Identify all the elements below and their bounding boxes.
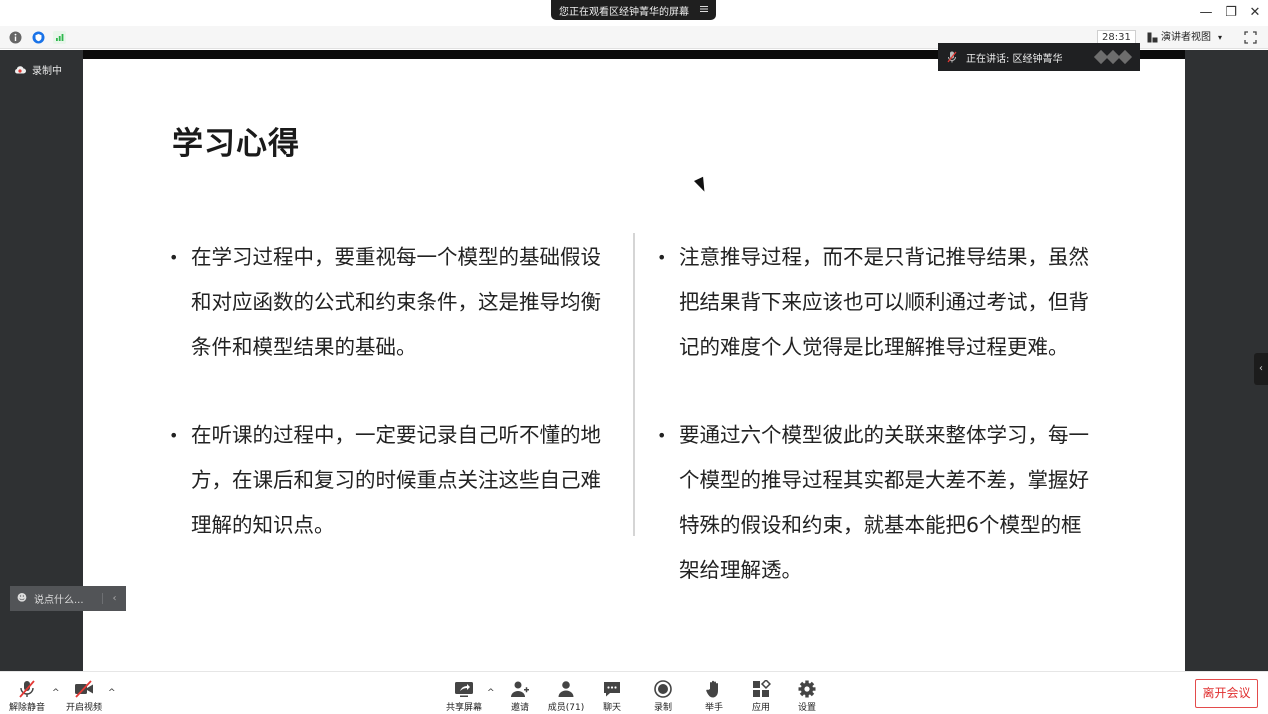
bullet-text: 在学习过程中，要重视每一个模型的基础假设和对应函数的公式和约束条件，这是推导均衡… xyxy=(191,245,601,359)
info-icon[interactable] xyxy=(9,31,22,44)
share-screen-button[interactable]: 共享屏幕 xyxy=(441,680,487,713)
apps-button[interactable]: 应用 xyxy=(738,680,784,713)
chevron-down-icon: ▾ xyxy=(1218,33,1223,42)
bullet-dot: • xyxy=(657,426,667,445)
record-button[interactable]: 录制 xyxy=(640,680,686,713)
screen-share-banner-text: 您正在观看区经钟菁华的屏幕 xyxy=(559,6,689,18)
meeting-toolbar: 解除静音 ^ 开启视频 ^ 共享屏幕 ^ 邀请 成员(71) 聊天 录制 举手 … xyxy=(0,671,1268,714)
audio-options-caret[interactable]: ^ xyxy=(52,688,60,698)
apps-label: 应用 xyxy=(751,703,770,713)
start-video-button[interactable]: 开启视频 xyxy=(61,680,107,713)
slide-bullet: • 在学习过程中，要重视每一个模型的基础假设和对应函数的公式和约束条件，这是推导… xyxy=(169,235,609,370)
chat-button[interactable]: 聊天 xyxy=(589,680,635,713)
share-options-caret[interactable]: ^ xyxy=(487,688,495,698)
slide-bullet: • 要通过六个模型彼此的关联来整体学习，每一个模型的推导过程其实都是大差不差，掌… xyxy=(657,413,1099,593)
view-mode-dropdown[interactable]: 演讲者视图 ▾ xyxy=(1147,30,1222,45)
record-label: 录制 xyxy=(653,703,672,713)
layout-icon xyxy=(1147,32,1158,43)
chat-quick-input[interactable]: ☻ 说点什么... ‹ xyxy=(10,586,126,611)
shield-icon[interactable] xyxy=(32,31,45,44)
bullet-dot: • xyxy=(169,426,179,445)
slide-bullet: • 注意推导过程，而不是只背记推导结果，虽然把结果背下来应该也可以顺利通过考试，… xyxy=(657,235,1099,370)
video-options-caret[interactable]: ^ xyxy=(108,688,116,698)
side-panel-toggle[interactable]: ‹ xyxy=(1254,353,1268,385)
screen-share-banner[interactable]: 您正在观看区经钟菁华的屏幕 xyxy=(551,0,716,20)
slide-bullet: • 在听课的过程中，一定要记录自己听不懂的地方，在课后和复习的时候重点关注这些自… xyxy=(169,413,609,548)
settings-label: 设置 xyxy=(797,703,816,713)
bullet-dot: • xyxy=(169,248,179,267)
bullet-dot: • xyxy=(657,248,667,267)
fullscreen-icon[interactable] xyxy=(1244,31,1257,44)
recording-indicator: 录制中 xyxy=(14,62,62,77)
cloud-record-icon xyxy=(15,66,26,74)
muted-mic-icon xyxy=(947,51,957,63)
invite-label: 邀请 xyxy=(510,703,529,713)
invite-button[interactable]: 邀请 xyxy=(497,680,543,713)
share-screen-icon xyxy=(455,682,473,697)
gear-icon xyxy=(798,680,816,698)
settings-button[interactable]: 设置 xyxy=(784,680,830,713)
chat-collapse-button[interactable]: ‹ xyxy=(102,593,126,604)
minimize-button[interactable]: — xyxy=(1197,4,1215,22)
unmute-label: 解除静音 xyxy=(8,703,45,713)
column-divider xyxy=(633,233,635,536)
chat-label: 聊天 xyxy=(602,703,621,713)
chat-placeholder[interactable]: 说点什么... xyxy=(34,591,84,606)
members-icon xyxy=(558,681,574,697)
video-off-icon xyxy=(75,680,93,698)
title-bar: 您正在观看区经钟菁华的屏幕 — ❐ ✕ xyxy=(0,0,1268,26)
restore-button[interactable]: ❐ xyxy=(1222,4,1240,22)
share-screen-label: 共享屏幕 xyxy=(445,703,482,713)
bullet-text: 要通过六个模型彼此的关联来整体学习，每一个模型的推导过程其实都是大差不差，掌握好… xyxy=(679,423,1089,582)
raise-hand-button[interactable]: 举手 xyxy=(691,680,737,713)
record-icon xyxy=(654,680,672,698)
signal-strength-icon[interactable] xyxy=(53,31,66,44)
add-user-icon xyxy=(511,681,529,697)
menu-icon[interactable] xyxy=(699,4,709,14)
raise-hand-label: 举手 xyxy=(704,703,723,713)
unmute-button[interactable]: 解除静音 xyxy=(4,680,50,713)
audio-level-icon xyxy=(1093,49,1133,65)
leave-meeting-button[interactable]: 离开会议 xyxy=(1195,679,1258,708)
bullet-text: 注意推导过程，而不是只背记推导结果，虽然把结果背下来应该也可以顺利通过考试，但背… xyxy=(679,245,1089,359)
hand-icon xyxy=(706,680,718,698)
chat-icon xyxy=(604,682,620,697)
muted-mic-icon xyxy=(19,680,35,698)
members-button[interactable]: 成员(71) xyxy=(543,680,589,713)
emoji-icon[interactable]: ☻ xyxy=(10,593,34,604)
active-speaker-indicator: 正在讲话: 区经钟菁华 xyxy=(938,43,1140,71)
bullet-text: 在听课的过程中，一定要记录自己听不懂的地方，在课后和复习的时候重点关注这些自己难… xyxy=(191,423,601,537)
close-button[interactable]: ✕ xyxy=(1246,4,1264,22)
apps-icon xyxy=(753,680,771,697)
start-video-label: 开启视频 xyxy=(65,703,102,713)
speaker-label: 正在讲话: 区经钟菁华 xyxy=(966,53,1063,65)
slide-title: 学习心得 xyxy=(172,126,300,162)
recording-label: 录制中 xyxy=(32,66,62,77)
view-mode-label: 演讲者视图 xyxy=(1161,32,1211,43)
members-label: 成员(71) xyxy=(547,703,585,713)
